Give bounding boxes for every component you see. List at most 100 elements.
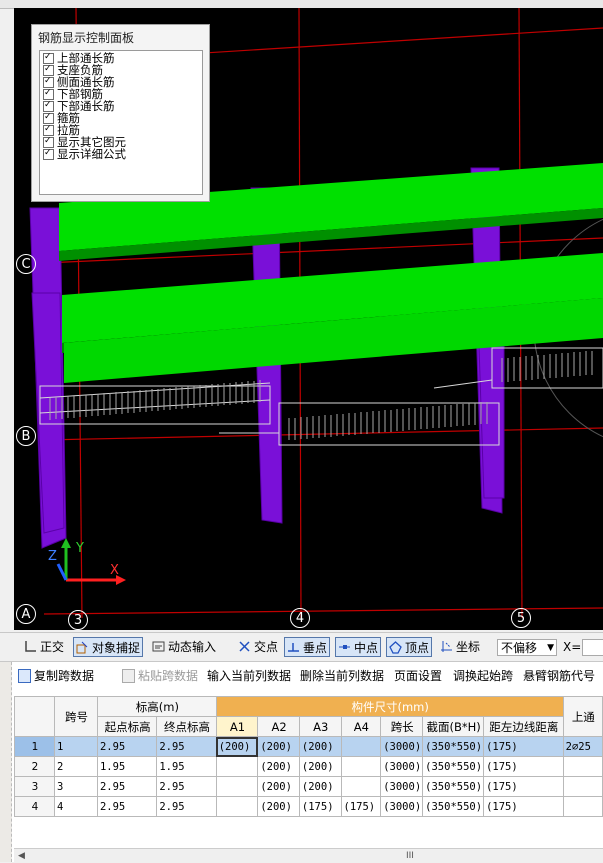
coordinate-label: 坐标 [456,640,481,654]
table-cell-span[interactable]: 1 [54,736,98,757]
table-cell-span[interactable]: 2 [54,756,98,777]
table-cell-a4[interactable] [340,756,382,777]
table-cell-section[interactable]: (350*550) [422,756,485,777]
midpoint-button[interactable]: 中点 [335,637,382,657]
header-corner [13,696,56,737]
midpoint-icon [339,645,350,649]
table-cell-a1[interactable] [215,756,259,777]
row-number-cell: 4 [13,796,56,817]
table-cell-a1[interactable] [215,796,259,817]
vertex-icon [389,641,402,654]
intersection-button[interactable]: 交点 [236,637,280,657]
table-cell-section[interactable]: (350*550) [422,736,485,757]
paste-span-button[interactable]: 粘贴跨数据 [122,666,198,686]
table-cell-end[interactable]: 2.95 [156,796,217,817]
table-cell-start[interactable]: 2.95 [96,736,158,757]
row-number-cell: 1 [13,736,56,757]
vertex-label: 顶点 [405,641,430,655]
object-snap-button[interactable]: 对象捕捉 [73,637,144,657]
axis-label-row-c: C [16,254,36,274]
offset-select[interactable]: 不偏移 ▼ [497,639,557,656]
x-coord-input[interactable] [582,639,603,656]
table-cell-upper[interactable] [562,756,603,777]
coordinate-button[interactable]: 坐标 [438,637,482,657]
intersection-label: 交点 [254,640,279,654]
table-cell-a1[interactable]: (200) [215,736,259,757]
table-cell-span[interactable]: 4 [54,796,98,817]
table-cell-end[interactable]: 2.95 [156,736,217,757]
copy-span-label: 复制跨数据 [34,669,95,683]
table-cell-upper[interactable] [562,776,603,797]
table-cell-a1[interactable] [215,776,259,797]
table-cell-a2[interactable]: (200) [257,756,300,777]
table-cell-a2[interactable]: (200) [257,796,300,817]
table-cell-len[interactable]: (3000) [380,796,424,817]
table-cell-left[interactable]: (175) [483,776,564,797]
vertex-button[interactable]: 顶点 [386,637,433,657]
dynamic-input-icon [152,641,165,652]
table-cell-left[interactable]: (175) [483,736,564,757]
header-span-no: 跨号 [54,696,98,737]
panel-title: 钢筋显示控制面板 [38,31,135,45]
span-grid-panel: 复制跨数据 粘贴跨数据 输入当前列数据 删除当前列数据 页面设置 调换起始跨 悬… [0,661,603,863]
table-cell-a4[interactable]: (175) [340,796,382,817]
table-row[interactable]: 2 2 1.95 1.95 (200) (200) (3000) (350*550) (175) [13,756,603,777]
perpendicular-button[interactable]: 垂点 [284,637,331,657]
cantilever-code-button[interactable]: 悬臂钢筋代号 [523,666,595,686]
table-cell-a4[interactable] [340,736,382,757]
header-end-elev: 终点标高 [156,716,217,737]
table-cell-start[interactable]: 1.95 [96,756,158,777]
page-setup-button[interactable]: 页面设置 [394,666,442,686]
header-a1: A1 [215,716,259,737]
table-cell-len[interactable]: (3000) [380,756,424,777]
table-cell-section[interactable]: (350*550) [422,776,485,797]
table-cell-a2[interactable]: (200) [257,736,300,757]
table-cell-a3[interactable]: (175) [298,796,342,817]
x-coord-label: X= [563,640,582,654]
delete-column-button[interactable]: 删除当前列数据 [300,666,384,686]
table-cell-end[interactable]: 1.95 [156,756,217,777]
table-cell-a3[interactable]: (200) [298,776,342,797]
table-cell-left[interactable]: (175) [483,796,564,817]
table-cell-upper[interactable] [562,796,603,817]
midpoint-label: 中点 [354,641,379,655]
table-cell-a3[interactable]: (200) [298,736,342,757]
axis-label-col-5: 5 [511,608,531,628]
row-number-cell: 2 [13,756,56,777]
panel-checkbox-item[interactable]: 显示详细公式 [43,147,202,161]
header-span-length: 跨长 [380,716,424,737]
chevron-down-icon: ▼ [547,643,554,653]
table-cell-a2[interactable]: (200) [257,776,300,797]
paste-icon [122,669,135,683]
snap-toolbar: 正交 对象捕捉 动态输入 交点 垂点 中点 顶点 坐标 不偏移 ▼ X= [0,632,603,661]
perpendicular-label: 垂点 [303,641,328,655]
dynamic-input-button[interactable]: 动态输入 [150,637,218,657]
table-row[interactable]: 1 1 2.95 2.95 (200) (200) (200) (3000) (350*550)… [13,736,603,757]
table-cell-span[interactable]: 3 [54,776,98,797]
panel-checkbox-list: 上部通长筋支座负筋侧面通长筋下部钢筋下部通长筋箍筋拉筋显示其它图元显示详细公式 [39,50,203,195]
table-row[interactable]: 4 4 2.95 2.95 (200) (175) (175) (3000) (350*550)… [13,796,603,817]
header-dimensions: 构件尺寸(mm) [215,696,564,717]
3d-viewport[interactable]: X Y Z C B A 3 4 5 钢筋显示控制面板 上部通长筋支座负筋侧面通长… [14,8,603,630]
dynamic-input-label: 动态输入 [168,640,217,654]
adjust-start-span-button[interactable]: 调换起始跨 [453,666,513,686]
table-cell-start[interactable]: 2.95 [96,776,158,797]
table-cell-a4[interactable] [340,776,382,797]
table-cell-end[interactable]: 2.95 [156,776,217,797]
checkbox-label: 显示详细公式 [57,147,126,161]
table-cell-len[interactable]: (3000) [380,736,424,757]
table-cell-upper[interactable]: 2⌀25 [562,736,603,757]
table-cell-a3[interactable]: (200) [298,756,342,777]
table-cell-section[interactable]: (350*550) [422,796,485,817]
table-row[interactable]: 3 3 2.95 2.95 (200) (200) (3000) (350*550) (175) [13,776,603,797]
checkbox[interactable] [43,147,54,160]
ortho-button[interactable]: 正交 [22,637,66,657]
input-column-button[interactable]: 输入当前列数据 [207,666,291,686]
copy-span-button[interactable]: 复制跨数据 [18,666,95,686]
table-cell-len[interactable]: (3000) [380,776,424,797]
table-cell-left[interactable]: (175) [483,756,564,777]
ucs-indicator: X Y Z [48,538,126,585]
table-cell-start[interactable]: 2.95 [96,796,158,817]
ortho-icon [25,641,36,652]
ucs-z-label: Z [48,549,57,564]
